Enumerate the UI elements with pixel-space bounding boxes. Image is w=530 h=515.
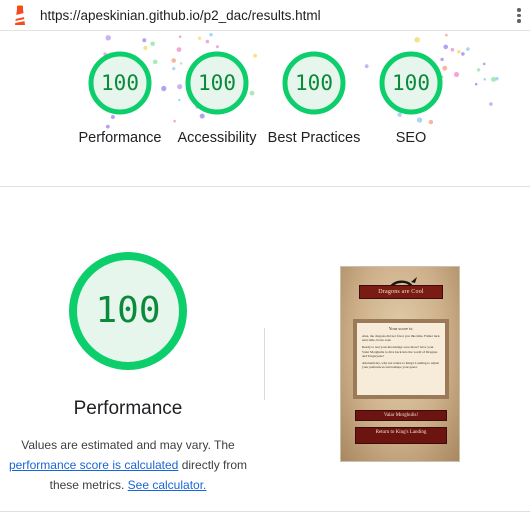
section-divider [0, 186, 530, 187]
label-seo[interactable]: SEO [356, 128, 466, 148]
confetti-dot [461, 52, 465, 56]
url-text[interactable]: https://apeskinian.github.io/p2_dac/resu… [40, 8, 321, 23]
confetti-dot [205, 39, 210, 44]
see-calculator-link[interactable]: See calculator. [128, 478, 207, 492]
more-vert-icon[interactable] [516, 8, 522, 24]
gauge-accessibility[interactable]: 100 [184, 50, 250, 116]
confetti-dot [172, 67, 176, 71]
score-accessibility: 100 [198, 71, 236, 95]
confetti-dot [466, 47, 470, 51]
confetti-dot [177, 84, 183, 90]
confetti-dot [489, 102, 493, 106]
screenshot-return-button: Return to King's Landing [355, 427, 447, 444]
confetti-dot [477, 68, 481, 72]
confetti-dot [249, 90, 255, 96]
confetti-dot [482, 62, 486, 66]
confetti-dot [445, 33, 448, 37]
gauge-performance[interactable]: 100 [87, 50, 153, 116]
confetti-dot [474, 82, 478, 86]
screenshot-result-card: Your score is: Alas, the dragons did not… [353, 319, 449, 399]
confetti-dot [209, 33, 213, 37]
label-best-practices[interactable]: Best Practices [266, 128, 362, 148]
confetti-dot [178, 35, 182, 38]
label-performance[interactable]: Performance [65, 128, 175, 148]
main-gauge-title: Performance [73, 398, 183, 419]
description-text-1: Values are estimated and may vary. The [21, 438, 235, 452]
confetti-dot [215, 45, 219, 49]
confetti-dot [491, 76, 497, 82]
confetti-dot [453, 71, 460, 78]
screenshot-card-title: Your score is: [388, 326, 414, 331]
confetti-dot [364, 64, 369, 69]
performance-description: Values are estimated and may vary. The p… [0, 435, 256, 495]
screenshot-valar-button: Valar Morghulis! [355, 410, 447, 421]
confetti-dot [161, 85, 167, 92]
confetti-decoration [101, 33, 499, 129]
final-screenshot[interactable]: Dragons are Cool Your score is: Alas, th… [340, 266, 460, 462]
confetti-dot [176, 47, 182, 52]
gauge-seo[interactable]: 100 [378, 50, 444, 116]
vertical-divider [264, 328, 265, 400]
score-seo: 100 [392, 71, 430, 95]
confetti-dot [253, 53, 257, 58]
confetti-dot [152, 59, 158, 65]
confetti-dot [150, 41, 155, 47]
score-best-practices: 100 [295, 71, 333, 95]
confetti-dot [495, 77, 499, 81]
main-score: 100 [95, 290, 161, 331]
screenshot-card-line: Ready to test your knowledge once more? … [362, 345, 438, 358]
confetti-dot [450, 47, 455, 52]
confetti-dot [105, 35, 111, 41]
confetti-dot [173, 119, 176, 123]
browser-url-bar: https://apeskinian.github.io/p2_dac/resu… [0, 0, 530, 31]
confetti-dot [443, 44, 449, 50]
confetti-dot [171, 58, 176, 63]
screenshot-card-line: Alas, the dragons did not favor you this… [362, 334, 440, 343]
confetti-dot [428, 119, 434, 125]
bottom-divider [0, 511, 530, 512]
gauge-best-practices[interactable]: 100 [281, 50, 347, 116]
label-accessibility[interactable]: Accessibility [162, 128, 272, 148]
confetti-dot [483, 78, 487, 81]
confetti-dot [180, 62, 183, 65]
main-performance-gauge: 100 [67, 250, 189, 372]
confetti-dot [457, 50, 461, 54]
lighthouse-icon [15, 5, 25, 25]
confetti-dot [178, 98, 181, 102]
score-performance: 100 [101, 71, 139, 95]
confetti-dot [198, 36, 202, 40]
confetti-dot [142, 38, 147, 43]
confetti-dot [414, 37, 421, 43]
confetti-dot [417, 117, 423, 123]
screenshot-site-title: Dragons are Cool [359, 285, 443, 299]
screenshot-card-line: Alternatively, why not return to King's … [362, 361, 439, 370]
score-calculated-link[interactable]: performance score is calculated [9, 458, 178, 472]
